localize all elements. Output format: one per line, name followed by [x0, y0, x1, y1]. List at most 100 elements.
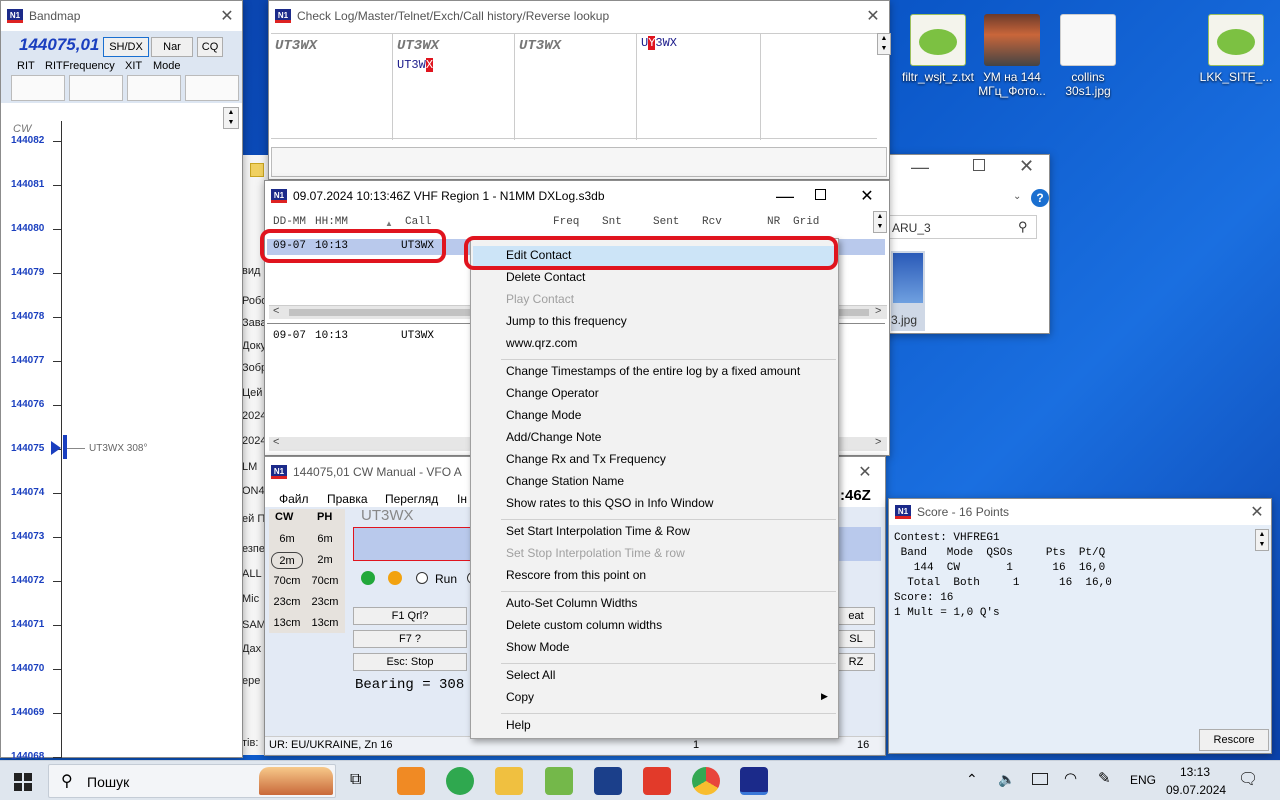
menu-item-change-rx-and-tx-frequency[interactable]: Change Rx and Tx Frequency	[506, 452, 666, 466]
band-ph-6m[interactable]: 6m	[309, 531, 341, 548]
qrz-button[interactable]: RZ	[837, 653, 875, 671]
col-sent[interactable]: Sent	[653, 216, 679, 228]
band-cw-6m[interactable]: 6m	[271, 531, 303, 548]
rescore-button[interactable]: Rescore	[1199, 729, 1269, 751]
menu-item-change-operator[interactable]: Change Operator	[506, 386, 599, 400]
language-indicator[interactable]: ENG	[1130, 773, 1156, 787]
col-snt[interactable]: Snt	[602, 216, 622, 228]
file-explorer-icon[interactable]	[495, 767, 523, 795]
spin-buttons[interactable]: ▲ ▼	[873, 211, 887, 233]
close-icon[interactable]: ✕	[849, 181, 885, 211]
band-cw-70cm[interactable]: 70cm	[271, 573, 303, 590]
clock-time[interactable]: 13:13	[1180, 765, 1210, 779]
menu-edit[interactable]: Правка	[327, 492, 368, 506]
pdf-icon[interactable]	[643, 767, 671, 795]
col-grid[interactable]: Grid	[793, 216, 819, 228]
app-icon[interactable]	[397, 767, 425, 795]
run-radio[interactable]	[416, 572, 428, 584]
mode-field[interactable]	[185, 75, 239, 101]
menu-item-copy[interactable]: Copy	[506, 690, 534, 704]
repeat-button[interactable]: eat	[837, 607, 875, 625]
chrome-icon[interactable]	[692, 767, 720, 795]
clock-date[interactable]: 09.07.2024	[1166, 783, 1226, 797]
menu-view[interactable]: Перегляд	[385, 492, 438, 506]
rit-field[interactable]	[11, 75, 65, 101]
spot-label[interactable]: UT3WX 308°	[89, 443, 147, 454]
col-freq[interactable]: Freq	[553, 216, 579, 228]
volume-muted-icon[interactable]: 🔈	[998, 771, 1015, 788]
menu-item-select-all[interactable]: Select All	[506, 668, 555, 682]
desktop-icon-um144[interactable]: УМ на 144 МГц_Фото...	[972, 14, 1052, 98]
maximize-icon[interactable]	[815, 189, 826, 200]
file-thumbnail[interactable]: 3.jpg	[891, 251, 925, 331]
check-cell[interactable]: UT3WX UT3WX	[393, 34, 515, 140]
spin-buttons[interactable]: ▲ ▼	[223, 107, 239, 129]
reverse-match[interactable]: UY3WX	[641, 36, 677, 50]
f7-button[interactable]: F7 ?	[353, 630, 467, 648]
band-ph-70cm[interactable]: 70cm	[309, 573, 341, 590]
checklog-input[interactable]	[271, 147, 887, 177]
esc-stop-button[interactable]: Esc: Stop	[353, 653, 467, 671]
search-input[interactable]: ARU_3 ⚲	[881, 215, 1037, 239]
menu-item-rescore-from-this-point-on[interactable]: Rescore from this point on	[506, 568, 646, 582]
close-icon[interactable]: ✕	[1239, 499, 1275, 525]
save-app-icon[interactable]	[594, 767, 622, 795]
band-ph-2m[interactable]: 2m	[309, 552, 341, 569]
check-cell[interactable]: UT3WX	[515, 34, 637, 140]
chevron-left-icon[interactable]: <	[273, 305, 279, 317]
menu-item-change-timestamps-of-the-entire-log-by-a-fixed-amount[interactable]: Change Timestamps of the entire log by a…	[506, 364, 800, 378]
rit-frequency-field[interactable]	[69, 75, 123, 101]
maximize-icon[interactable]	[973, 159, 985, 171]
band-cw-23cm[interactable]: 23cm	[271, 594, 303, 611]
menu-item-delete-contact[interactable]: Delete Contact	[506, 270, 585, 284]
spot-button[interactable]: SL	[837, 630, 875, 648]
menu-item-change-mode[interactable]: Change Mode	[506, 408, 581, 422]
menu-more[interactable]: Ін	[457, 492, 467, 506]
wifi-icon[interactable]: ◠	[1064, 769, 1077, 787]
partial-match[interactable]: UT3WX	[397, 58, 434, 72]
col-nr[interactable]: NR	[767, 216, 780, 228]
menu-item-www-qrz-com[interactable]: www.qrz.com	[506, 336, 577, 350]
callsign-input[interactable]	[353, 527, 473, 561]
windows-start-icon[interactable]	[14, 773, 32, 791]
check-cell[interactable]: UT3WX	[271, 34, 393, 140]
chevron-right-icon[interactable]: >	[875, 305, 881, 317]
col-time[interactable]: HH:MM	[315, 216, 348, 228]
check-cell[interactable]: UY3WX	[637, 34, 761, 140]
f1-button[interactable]: F1 Qrl?	[353, 607, 467, 625]
chevron-up-icon[interactable]: ⌃	[966, 771, 978, 788]
close-icon[interactable]: ✕	[847, 457, 883, 487]
shdx-button[interactable]: SH/DX	[103, 37, 149, 57]
desktop-icon-filtr[interactable]: filtr_wsjt_z.txt	[898, 14, 978, 84]
chevron-left-icon[interactable]: <	[273, 436, 279, 448]
menu-item-add-change-note[interactable]: Add/Change Note	[506, 430, 601, 444]
desktop-icon-lkk[interactable]: LKK_SITE_...	[1196, 14, 1276, 84]
desktop-icon-collins[interactable]: collins 30s1.jpg	[1048, 14, 1128, 98]
notifications-icon[interactable]: 🗨	[1238, 769, 1258, 789]
menu-item-delete-custom-column-widths[interactable]: Delete custom column widths	[506, 618, 662, 632]
taskbar-search[interactable]: ⚲ Пошук	[48, 764, 336, 798]
menu-file[interactable]: Файл	[279, 492, 309, 506]
menu-item-show-mode[interactable]: Show Mode	[506, 640, 569, 654]
menu-item-set-start-interpolation-time-row[interactable]: Set Start Interpolation Time & Row	[506, 524, 690, 538]
check-cell[interactable]	[761, 34, 877, 140]
help-icon[interactable]: ?	[1031, 189, 1049, 207]
xit-field[interactable]	[127, 75, 181, 101]
battery-icon[interactable]	[1032, 773, 1048, 785]
band-ph-13cm[interactable]: 13cm	[309, 615, 341, 632]
minimize-icon[interactable]: —	[911, 157, 929, 178]
notepad-plus-icon[interactable]	[545, 767, 573, 795]
menu-item-jump-to-this-frequency[interactable]: Jump to this frequency	[506, 314, 627, 328]
chevron-right-icon[interactable]: >	[875, 436, 881, 448]
menu-item-show-rates-to-this-qso-in-info-window[interactable]: Show rates to this QSO in Info Window	[506, 496, 713, 510]
chevron-down-icon[interactable]: ⌄	[1013, 191, 1021, 202]
spin-buttons[interactable]: ▲ ▼	[877, 33, 891, 55]
close-icon[interactable]: ✕	[209, 1, 245, 31]
pen-icon[interactable]: ✎	[1098, 769, 1111, 787]
col-rcv[interactable]: Rcv	[702, 216, 722, 228]
menu-item-help[interactable]: Help	[506, 718, 531, 732]
cq-button[interactable]: CQ	[197, 37, 223, 57]
band-cw-13cm[interactable]: 13cm	[271, 615, 303, 632]
minimize-icon[interactable]: —	[767, 181, 803, 211]
menu-item-auto-set-column-widths[interactable]: Auto-Set Column Widths	[506, 596, 637, 610]
